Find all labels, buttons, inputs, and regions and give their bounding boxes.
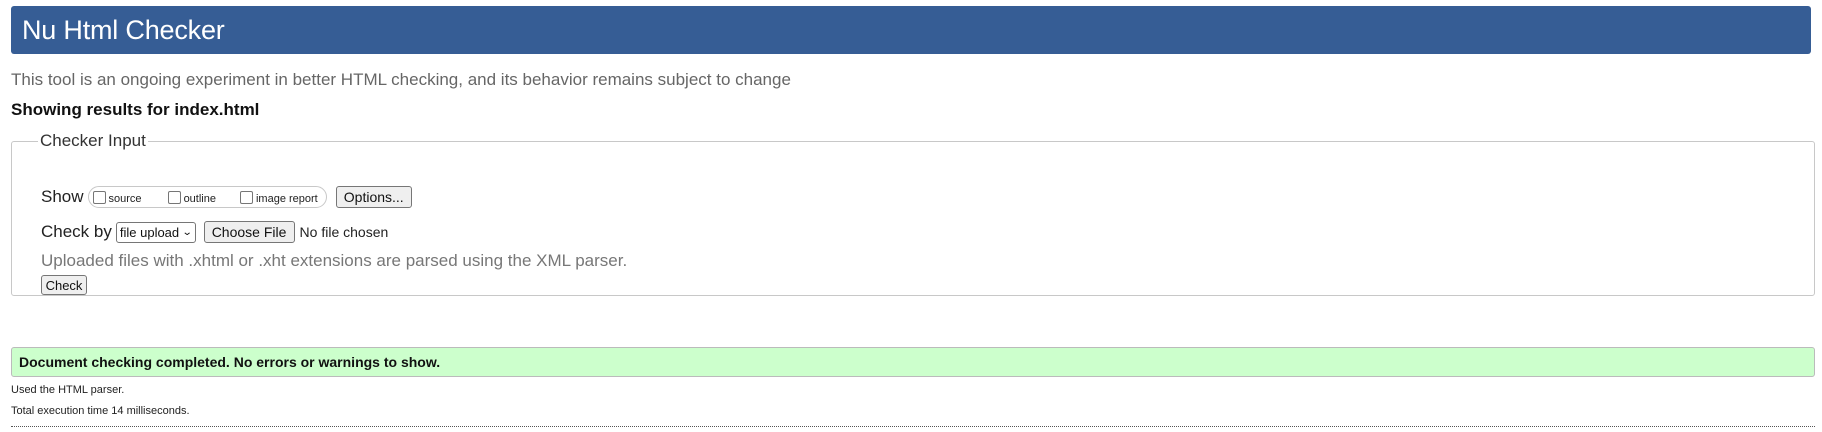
show-image-report-option[interactable]: image report (239, 190, 318, 205)
divider (11, 426, 1815, 427)
execution-time: Total execution time 14 milliseconds. (11, 405, 190, 417)
outline-checkbox[interactable] (167, 190, 181, 204)
success-banner: Document checking completed. No errors o… (11, 347, 1815, 377)
outline-checkbox-label[interactable]: outline (184, 193, 216, 205)
show-row: Show source outline image report Options… (41, 186, 412, 208)
check-by-selected-value[interactable]: file upload (120, 225, 179, 240)
no-file-chosen-text: No file chosen (299, 224, 389, 240)
image-report-checkbox-label[interactable]: image report (256, 193, 318, 205)
xml-parser-note: Uploaded files with .xhtml or .xht exten… (41, 251, 628, 270)
check-by-select[interactable]: file upload ⌄ (115, 221, 196, 243)
checker-input-fieldset: Checker Input Show source outline image … (11, 131, 1815, 296)
image-report-checkbox[interactable] (239, 190, 253, 204)
show-source-option[interactable]: source (92, 190, 164, 205)
page-title: Nu Html Checker (22, 14, 225, 45)
show-outline-option[interactable]: outline (167, 190, 236, 205)
show-options-group: source outline image report (87, 186, 327, 208)
source-checkbox[interactable] (92, 190, 106, 204)
chevron-down-icon[interactable]: ⌄ (182, 227, 193, 238)
checker-input-legend: Checker Input (40, 131, 146, 150)
page: Nu Html Checker This tool is an ongoing … (0, 0, 1822, 432)
choose-file-button[interactable]: Choose File (203, 221, 295, 243)
check-row: Check (41, 275, 87, 295)
show-label: Show (41, 187, 84, 206)
header-bar: Nu Html Checker (11, 6, 1811, 54)
tagline: This tool is an ongoing experiment in be… (11, 70, 791, 89)
check-by-row: Check by file upload ⌄ Choose File No fi… (41, 221, 388, 243)
source-checkbox-label[interactable]: source (109, 193, 142, 205)
check-by-label: Check by (41, 222, 112, 241)
results-heading: Showing results for index.html (11, 100, 260, 119)
options-button[interactable]: Options... (335, 186, 412, 208)
parser-note: Used the HTML parser. (11, 384, 125, 396)
check-button[interactable]: Check (41, 275, 87, 295)
